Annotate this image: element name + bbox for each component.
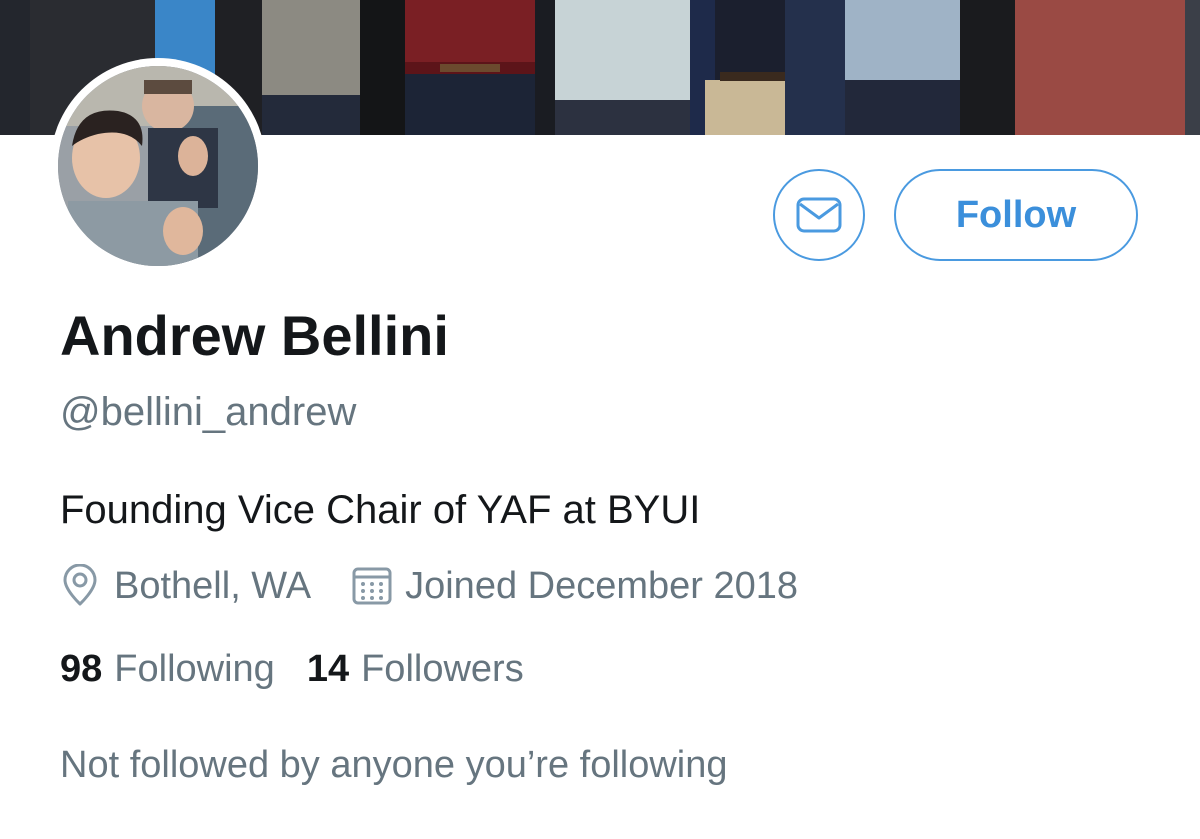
location-item: Bothell, WA [60, 564, 311, 608]
profile-avatar[interactable] [50, 58, 266, 274]
followers-label: Followers [361, 648, 524, 690]
profile-display-name: Andrew Bellini [60, 304, 449, 367]
joined-text: Joined December 2018 [405, 564, 799, 607]
location-pin-icon [63, 564, 97, 606]
following-count: 98 [60, 648, 103, 690]
profile-bio: Founding Vice Chair of YAF at BYUI [60, 488, 701, 532]
location-text: Bothell, WA [114, 564, 312, 607]
profile-meta-row: Bothell, WA Joined December 2018 [60, 561, 798, 611]
joined-item: Joined December 2018 [311, 565, 798, 608]
profile-handle: @bellini_andrew [60, 390, 357, 434]
calendar-icon [352, 567, 392, 605]
following-link[interactable]: 98 Following [60, 648, 275, 691]
following-label: Following [114, 648, 275, 690]
followers-count: 14 [306, 648, 350, 690]
profile-page: Follow Andrew Bellini @bellini_andrew Fo… [0, 0, 1200, 839]
followed-by-note: Not followed by anyone you’re following [60, 744, 728, 786]
profile-stats-row: 98 Following 14 Followers [60, 648, 524, 691]
followers-link[interactable]: 14 Followers [307, 648, 524, 691]
message-button[interactable] [773, 169, 865, 261]
envelope-icon [796, 197, 842, 233]
avatar-photo [58, 66, 258, 266]
follow-button[interactable]: Follow [894, 169, 1138, 261]
